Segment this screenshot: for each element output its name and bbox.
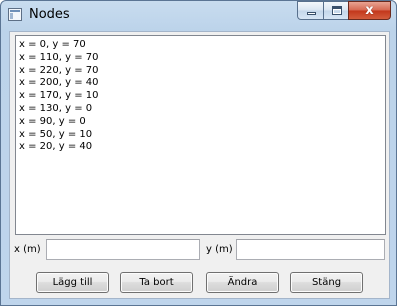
x-label: x (m): [14, 244, 41, 255]
list-item[interactable]: x = 20, y = 40: [19, 141, 385, 154]
list-item[interactable]: x = 110, y = 70: [19, 52, 385, 65]
y-input[interactable]: [236, 239, 385, 260]
list-item[interactable]: x = 50, y = 10: [19, 129, 385, 142]
close-icon: x: [365, 3, 374, 18]
x-input[interactable]: [46, 239, 200, 260]
window-title: Nodes: [29, 7, 70, 22]
list-item[interactable]: x = 130, y = 0: [19, 103, 385, 116]
close-button[interactable]: Stäng: [290, 272, 363, 293]
list-item[interactable]: x = 220, y = 70: [19, 65, 385, 78]
y-label: y (m): [206, 244, 233, 255]
maximize-button[interactable]: [323, 1, 349, 20]
list-item[interactable]: x = 170, y = 10: [19, 90, 385, 103]
close-window-button[interactable]: x: [348, 1, 391, 20]
edit-button[interactable]: Ändra: [206, 272, 279, 293]
list-item[interactable]: x = 200, y = 40: [19, 77, 385, 90]
nodes-window: Nodes x x = 0, y = 70 x = 110, y = 70 x = …: [0, 0, 397, 306]
minimize-button[interactable]: [297, 1, 324, 20]
caption-buttons: x: [297, 1, 391, 21]
maximize-icon: [332, 6, 342, 15]
client-area: x = 0, y = 70 x = 110, y = 70 x = 220, y =…: [9, 31, 390, 299]
nodes-listbox[interactable]: x = 0, y = 70 x = 110, y = 70 x = 220, y =…: [15, 35, 386, 235]
add-button[interactable]: Lägg till: [36, 272, 109, 293]
remove-button[interactable]: Ta bort: [120, 272, 193, 293]
list-item[interactable]: x = 90, y = 0: [19, 116, 385, 129]
title-bar[interactable]: Nodes x: [1, 1, 396, 29]
app-window-icon[interactable]: [8, 8, 22, 21]
list-item[interactable]: x = 0, y = 70: [19, 39, 385, 52]
minimize-icon: [307, 12, 316, 15]
